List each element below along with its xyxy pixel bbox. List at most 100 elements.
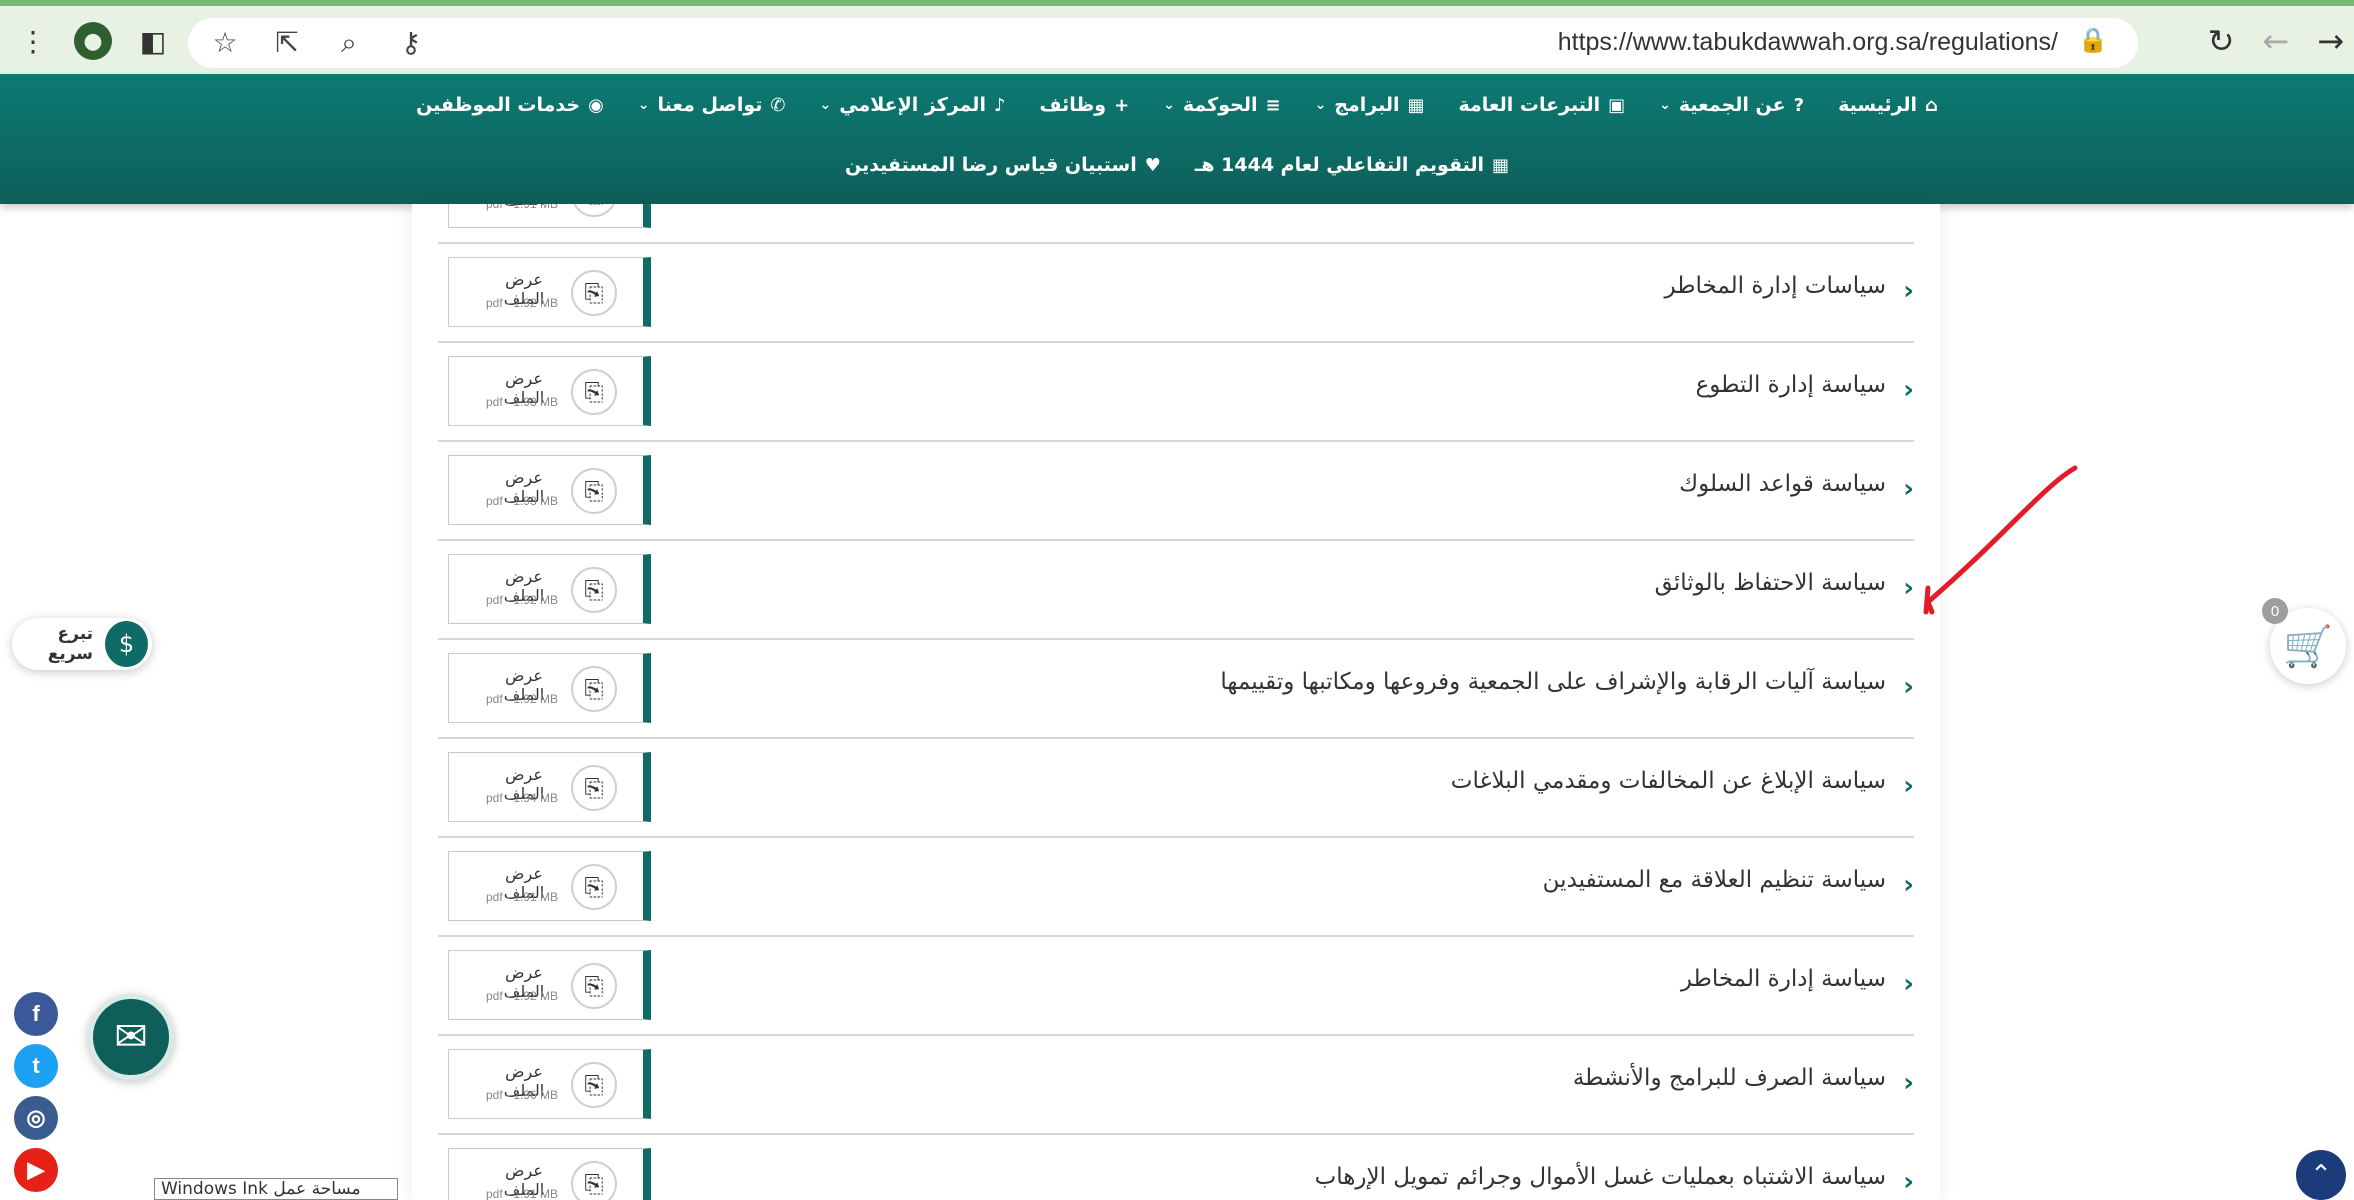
nav-item-row1-3[interactable]: ▦ البرامج ⌄ (1315, 94, 1425, 116)
nav-item-row1-8[interactable]: ◉ خدمات الموظفين (416, 94, 604, 116)
scroll-to-top-button[interactable]: ⌃ (2296, 1150, 2346, 1200)
more-vert-icon[interactable]: ⋮ (14, 22, 52, 60)
regulation-title[interactable]: سياسة إدارة المخاطر (1681, 966, 1886, 992)
red-annotation-checkmark (1923, 465, 2078, 615)
regulation-row[interactable]: ‹ سياسة آليات الرقابة والإشراف على الجمعي… (438, 639, 1914, 739)
view-file-button[interactable]: ⎘ عرض الملف pdf - 1.92 MB (448, 653, 651, 723)
regulation-row[interactable]: ‹ سياسة الاحتفاظ بالوثائق ⎘ عرض الملف pdf - … (438, 540, 1914, 640)
profile-avatar-icon[interactable]: ● (74, 22, 112, 60)
view-file-button[interactable]: ⎘ عرض الملف pdf - 1.92 MB (448, 257, 651, 327)
view-file-button[interactable]: ⎘عرض الملفpdf - 1.91 MB (448, 851, 651, 921)
view-file-button[interactable]: ⎘ عرض الملف pdf - 1.92 MB (448, 950, 651, 1020)
regulation-title[interactable]: سياسات إدارة المخاطر (1665, 273, 1887, 299)
quick-donate-label: تبرع سريع (47, 624, 94, 664)
regulation-row[interactable]: ‹ سياسة الصرف للبرامج والأنشطة ⎘ عرض الملف p… (438, 1035, 1914, 1135)
file-size-label: pdf - 1.96 MB (485, 1088, 559, 1102)
nav-icon: + (1114, 94, 1130, 116)
nav-icon: ▦ (1492, 154, 1510, 176)
view-file-button[interactable]: ⎘ عرض الملف pdf - 1.92 MB (448, 554, 651, 624)
nav-icon: ? (1793, 94, 1805, 116)
nav-icon: ▣ (1608, 94, 1626, 116)
lock-icon[interactable]: 🔒 (2078, 26, 2108, 54)
chevron-left-icon: ‹ (1903, 1167, 1914, 1197)
nav-item-row1-7[interactable]: ✆ تواصل معنا ⌄ (638, 94, 786, 116)
back-icon[interactable]: → (2317, 22, 2344, 60)
view-file-button[interactable]: ⎘ عرض الملف pdf - 1.96 MB (448, 1049, 651, 1119)
forward-icon[interactable]: ← (2262, 22, 2289, 60)
sidebar-toggle-icon[interactable]: ◧ (134, 22, 172, 60)
nav-row-secondary: ▦ التقويم التفاعلي لعام 1444 هـ ♥ استبيان ق… (0, 154, 2354, 176)
reload-icon[interactable]: ↻ (2208, 22, 2235, 60)
chevron-left-icon: ‹ (1903, 375, 1914, 405)
youtube-icon[interactable]: ▶ (14, 1148, 58, 1192)
regulation-title[interactable]: سياسة الاشتباه بعمليات غسل الأموال وجرائ… (1315, 1164, 1886, 1190)
share-icon[interactable]: ⇱ (268, 24, 306, 62)
quick-donate-button[interactable]: $ تبرع سريع (12, 618, 152, 670)
nav-label: تواصل معنا (657, 94, 763, 116)
chevron-left-icon: ‹ (1903, 771, 1914, 801)
nav-icon: ✆ (770, 94, 786, 116)
file-size-label: pdf - 1.91 MB (485, 1187, 559, 1200)
facebook-icon[interactable]: f (14, 992, 58, 1036)
password-key-icon[interactable]: ⚷ (392, 24, 430, 62)
nav-item-row1-1[interactable]: ? عن الجمعية ⌄ (1659, 94, 1804, 116)
file-size-label: pdf - 1.92 MB (485, 593, 559, 607)
nav-label: المركز الإعلامي (839, 94, 986, 116)
nav-item-row1-0[interactable]: ⌂ الرئيسية (1838, 94, 1938, 116)
regulation-title[interactable]: سياسة إدارة التطوع (1696, 372, 1886, 398)
chevron-left-icon: ‹ (1903, 969, 1914, 999)
address-bar[interactable]: ☆ ⇱ ⌕ ⚷ https://www.tabukdawwah.org.sa/r… (188, 18, 2138, 68)
nav-label: التقويم التفاعلي لعام 1444 هـ (1194, 154, 1485, 176)
zoom-icon[interactable]: ⌕ (330, 24, 368, 62)
nav-item-row1-2[interactable]: ▣ التبرعات العامة (1459, 94, 1626, 116)
nav-icon: ♥ (1144, 154, 1161, 176)
regulation-title[interactable]: سياسة آليات الرقابة والإشراف على الجمعية… (1220, 669, 1886, 695)
view-file-button[interactable]: ⎘ عرض الملف pdf - 1.93 MB (448, 455, 651, 525)
browser-toolbar: ⋮ ● ◧ ☆ ⇱ ⌕ ⚷ https://www.tabukdawwah.or… (0, 0, 2354, 74)
chevron-down-icon: ⌄ (637, 97, 650, 113)
regulation-row[interactable]: ⎘عرض الملفpdf - 1.91 MB (438, 204, 1914, 244)
nav-label: استبيان قياس رضا المستفيدين (844, 154, 1137, 176)
url-text[interactable]: https://www.tabukdawwah.org.sa/regulatio… (1558, 28, 2058, 57)
twitter-icon[interactable]: t (14, 1044, 58, 1088)
chevron-down-icon: ⌄ (1314, 97, 1327, 113)
pdf-file-icon: ⎘ (571, 369, 617, 415)
view-file-button[interactable]: ⎘عرض الملفpdf - 1.91 MB (448, 204, 651, 228)
nav-item-row1-5[interactable]: + وظائف (1039, 94, 1129, 116)
regulation-row[interactable]: ‹ سياسة قواعد السلوك ⎘ عرض الملف pdf - 1.93 … (438, 441, 1914, 541)
chevron-down-icon: ⌄ (819, 97, 832, 113)
nav-item-row2-1[interactable]: ♥ استبيان قياس رضا المستفيدين (845, 154, 1161, 176)
regulation-title[interactable]: سياسة الاحتفاظ بالوثائق (1655, 570, 1886, 596)
chevron-left-icon: ‹ (1903, 276, 1914, 306)
regulation-title[interactable]: سياسة تنظيم العلاقة مع المستفيدين (1543, 867, 1886, 893)
site-navigation: ⌂ الرئيسية? عن الجمعية ⌄ ▣ التبرعات العامة ▦ ال… (0, 74, 2354, 204)
nav-row-primary: ⌂ الرئيسية? عن الجمعية ⌄ ▣ التبرعات العامة ▦ ال… (0, 94, 2354, 116)
regulation-title[interactable]: سياسة قواعد السلوك (1679, 471, 1886, 497)
regulation-row[interactable]: ‹ سياسات إدارة المخاطر ⎘ عرض الملف pdf - 1.9… (438, 243, 1914, 343)
regulation-title[interactable]: سياسة الصرف للبرامج والأنشطة (1573, 1065, 1886, 1091)
regulation-row[interactable]: ‹ سياسة الاشتباه بعمليات غسل الأموال وجرا… (438, 1134, 1914, 1200)
pdf-file-icon: ⎘ (571, 864, 617, 910)
nav-item-row1-6[interactable]: ♪ المركز الإعلامي ⌄ (819, 94, 1005, 116)
nav-item-row1-4[interactable]: ≡ الحوكمة ⌄ (1163, 94, 1280, 116)
instagram-icon[interactable]: ◎ (14, 1096, 58, 1140)
regulation-row[interactable]: ‹ سياسة تنظيم العلاقة مع المستفيدين ⎘ عرض ا… (438, 837, 1914, 937)
file-size-label: pdf - 1.94 MB (485, 791, 559, 805)
view-file-button[interactable]: ⎘ عرض الملف pdf - 1.93 MB (448, 356, 651, 426)
regulation-row[interactable]: ‹ سياسة إدارة التطوع ⎘ عرض الملف pdf - 1.93 … (438, 342, 1914, 442)
chevron-down-icon: ⌄ (1163, 97, 1175, 113)
pdf-file-icon: ⎘ (571, 468, 617, 514)
nav-label: الرئيسية (1838, 94, 1918, 116)
chevron-left-icon: ‹ (1903, 672, 1914, 702)
pdf-file-icon: ⎘ (571, 204, 617, 217)
nav-item-row2-0[interactable]: ▦ التقويم التفاعلي لعام 1444 هـ (1195, 154, 1509, 176)
view-file-button[interactable]: ⎘ عرض الملف pdf - 1.94 MB (448, 752, 651, 822)
chevron-left-icon: ‹ (1903, 870, 1914, 900)
contact-mail-button[interactable]: ✉ (88, 994, 174, 1080)
bookmark-star-icon[interactable]: ☆ (206, 24, 244, 62)
nav-label: عن الجمعية (1678, 94, 1786, 116)
regulation-row[interactable]: ‹ سياسة إدارة المخاطر ⎘ عرض الملف pdf - 1.92… (438, 936, 1914, 1036)
regulation-title[interactable]: سياسة الإبلاغ عن المخالفات ومقدمي البلاغ… (1451, 768, 1886, 794)
view-file-button[interactable]: ⎘عرض الملفpdf - 1.91 MB (448, 1148, 651, 1200)
regulation-row[interactable]: ‹ سياسة الإبلاغ عن المخالفات ومقدمي البلا… (438, 738, 1914, 838)
